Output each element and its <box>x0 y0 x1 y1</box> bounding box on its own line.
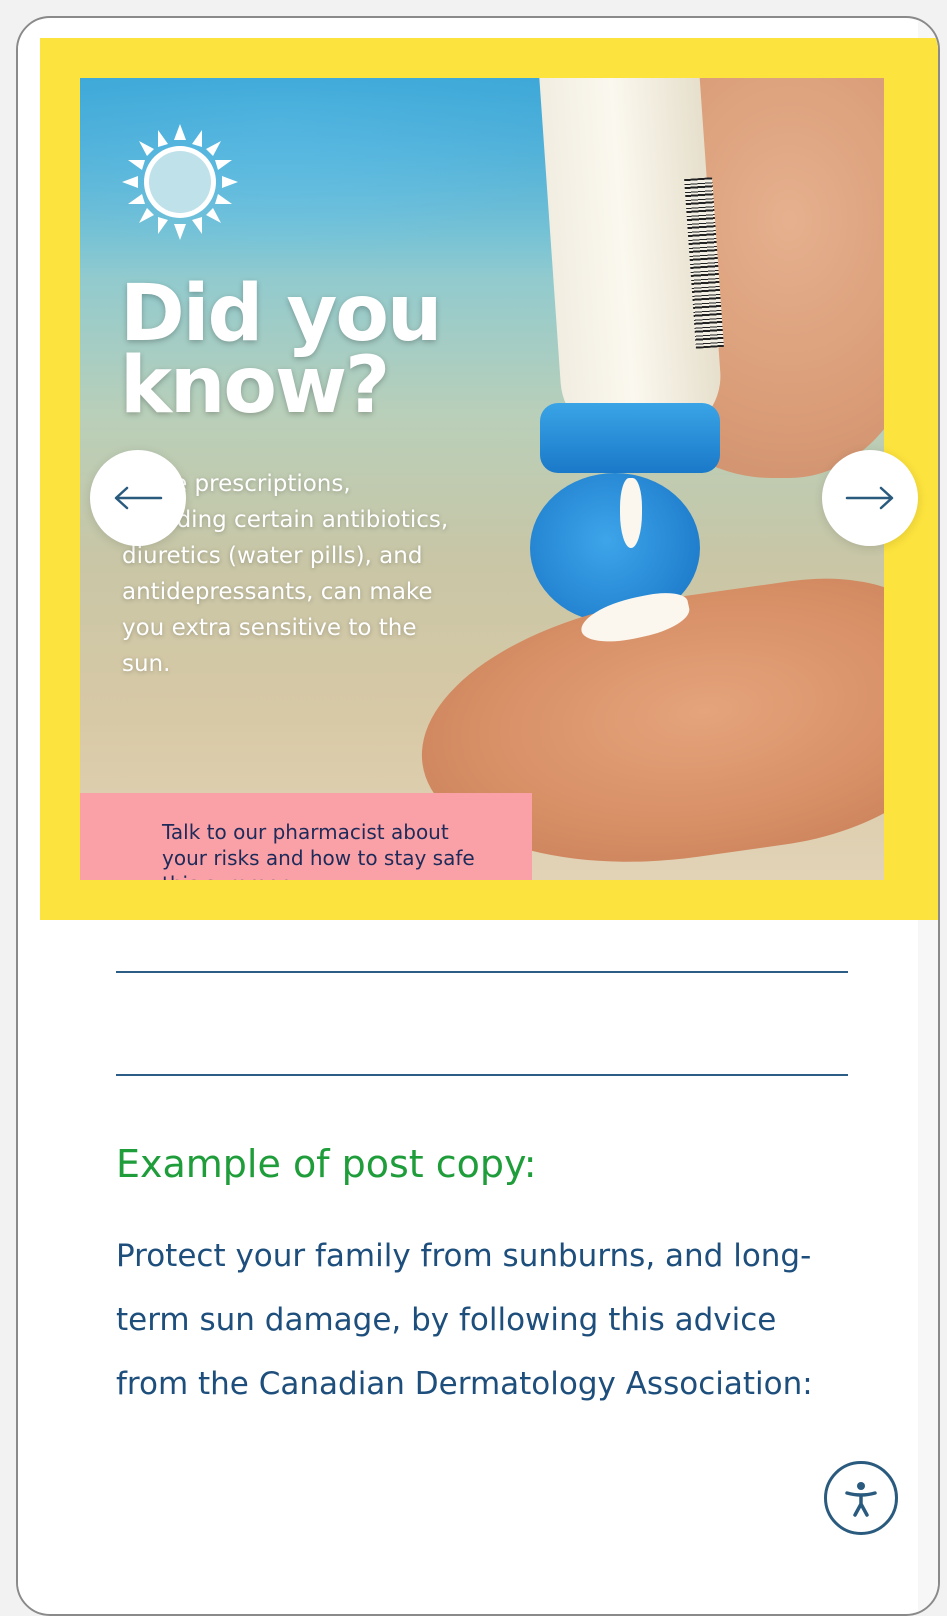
phone-frame: Did you know? Some prescriptions, includ… <box>16 16 940 1616</box>
carousel-prev-button[interactable] <box>90 450 186 546</box>
arrow-right-icon <box>845 486 894 510</box>
section-heading: Example of post copy: <box>116 1142 537 1186</box>
cream-drop-image <box>620 478 642 548</box>
divider <box>116 971 848 973</box>
promo-carousel: Did you know? Some prescriptions, includ… <box>40 38 938 920</box>
section-body-text: Protect your family from sunburns, and l… <box>116 1238 813 1402</box>
promo-headline: Did you know? <box>120 269 442 431</box>
bottle-cap-image <box>540 403 720 473</box>
accessibility-button[interactable] <box>824 1461 898 1535</box>
divider <box>116 1074 848 1076</box>
promo-image: Did you know? Some prescriptions, includ… <box>80 78 884 880</box>
promo-cta-text: Talk to our pharmacist about your risks … <box>162 820 475 880</box>
promo-cta-box: Talk to our pharmacist about your risks … <box>80 793 532 880</box>
frame-edge <box>18 18 40 1614</box>
sun-icon <box>122 124 238 240</box>
carousel-next-button[interactable] <box>822 450 918 546</box>
accessibility-icon <box>845 1482 877 1517</box>
arrow-left-icon <box>114 486 163 510</box>
